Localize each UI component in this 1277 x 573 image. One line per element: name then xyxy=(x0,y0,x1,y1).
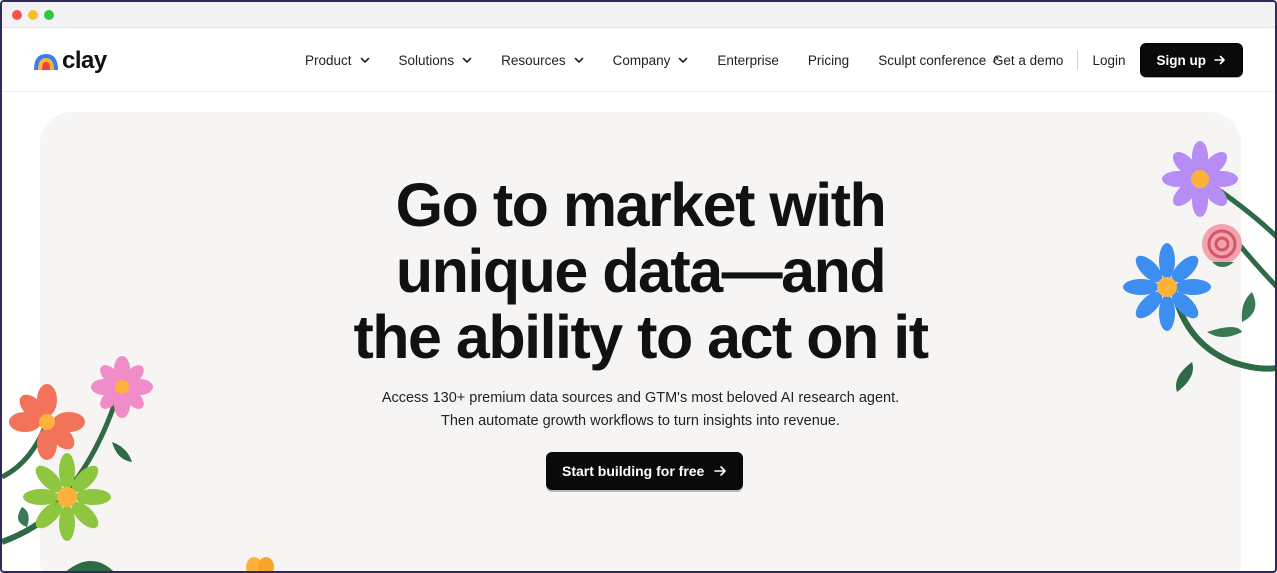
headline-line: Go to market with xyxy=(395,171,887,239)
clay-logo[interactable]: clay xyxy=(32,47,107,75)
coral-flower xyxy=(9,384,85,460)
main-menu: Product Solutions Resources Company Ente… xyxy=(305,28,1029,92)
top-navigation: clay Product Solutions Resources Company… xyxy=(2,28,1275,92)
pink-flower xyxy=(91,356,153,418)
blue-flower xyxy=(1123,243,1211,331)
close-window-button[interactable] xyxy=(12,9,22,20)
chevron-down-icon xyxy=(462,57,472,64)
nav-item-label: Product xyxy=(305,52,352,68)
purple-flower xyxy=(1162,141,1238,217)
nav-divider xyxy=(1077,50,1079,70)
browser-window: clay Product Solutions Resources Company… xyxy=(0,0,1277,573)
flower-illustration-left xyxy=(2,356,274,571)
arrow-right-icon xyxy=(1214,55,1225,65)
nav-item-label: Company xyxy=(612,52,671,68)
nav-item-label: Solutions xyxy=(398,52,455,68)
maximize-window-button[interactable] xyxy=(44,9,54,20)
cta-label: Start building for free xyxy=(562,463,705,479)
pink-rose xyxy=(1202,224,1242,267)
nav-item-resources[interactable]: Resources xyxy=(501,53,584,68)
arrow-right-icon xyxy=(714,466,727,476)
sign-up-label: Sign up xyxy=(1156,52,1207,68)
nav-item-label: Resources xyxy=(501,52,566,68)
hero-headline: Go to market with unique data—and the ab… xyxy=(40,172,1241,370)
sign-up-button[interactable]: Sign up xyxy=(1139,43,1243,77)
nav-item-product[interactable]: Product xyxy=(305,53,370,68)
chevron-down-icon xyxy=(574,57,583,64)
minimize-window-button[interactable] xyxy=(28,9,38,20)
chevron-down-icon xyxy=(679,57,688,64)
login-link[interactable]: Login xyxy=(1092,53,1125,68)
chevron-down-icon xyxy=(360,57,369,64)
nav-item-label: Pricing xyxy=(807,52,850,68)
brand-name: clay xyxy=(62,47,107,74)
clay-logo-icon xyxy=(34,54,58,70)
nav-item-enterprise[interactable]: Enterprise xyxy=(717,53,779,68)
headline-line: unique data—and xyxy=(395,237,887,305)
window-titlebar xyxy=(2,2,1275,28)
orange-bud xyxy=(246,557,274,571)
nav-item-label: Enterprise xyxy=(717,52,779,68)
nav-item-solutions[interactable]: Solutions xyxy=(399,53,473,68)
nav-item-pricing[interactable]: Pricing xyxy=(808,53,849,68)
nav-item-company[interactable]: Company xyxy=(613,53,689,68)
get-demo-link[interactable]: Get a demo xyxy=(993,53,1064,68)
nav-item-sculpt-conference[interactable]: Sculpt conference ↗ xyxy=(878,53,999,68)
nav-item-label: Sculpt conference xyxy=(878,52,987,68)
flower-illustration-right xyxy=(1123,141,1275,392)
header-actions: Get a demo Login Sign up xyxy=(993,43,1243,77)
start-building-button[interactable]: Start building for free xyxy=(546,452,744,490)
